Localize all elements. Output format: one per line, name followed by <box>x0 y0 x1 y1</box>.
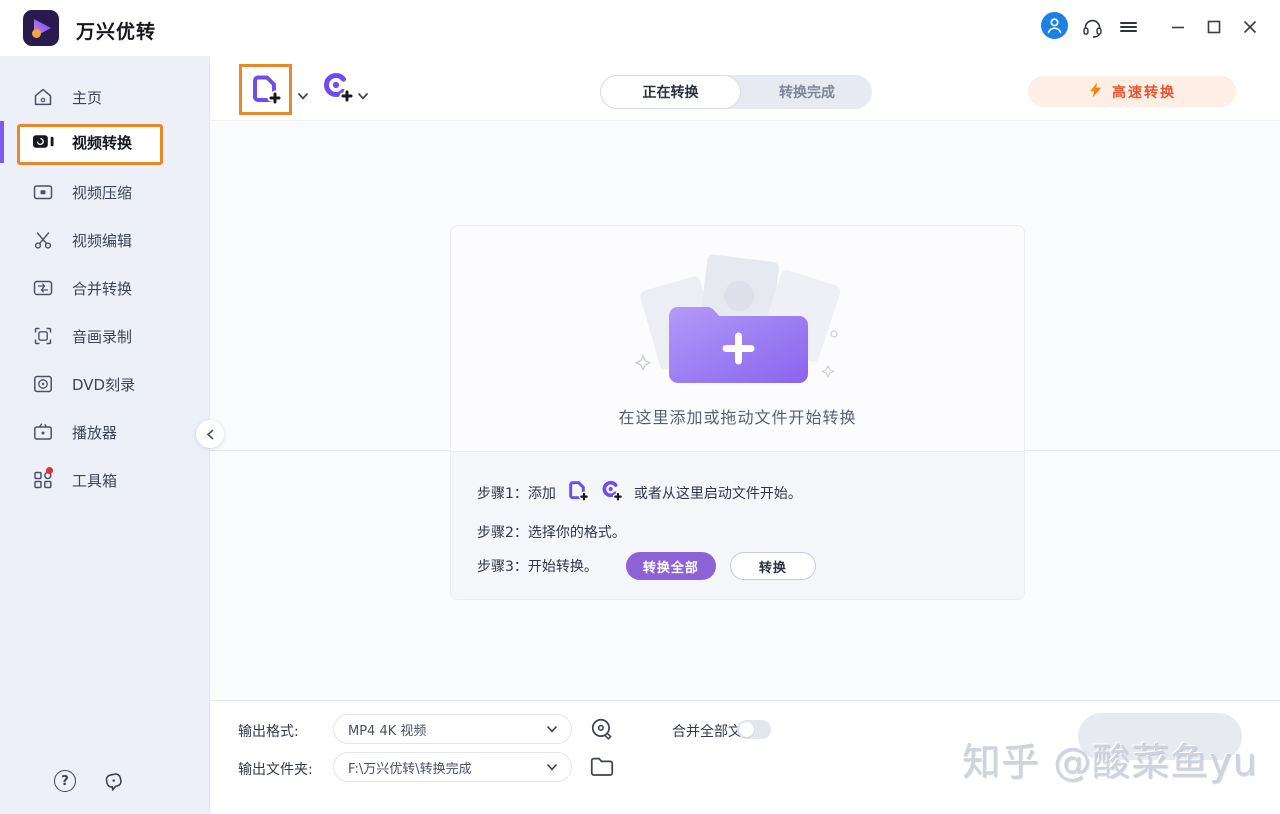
tab-converted[interactable]: 转换完成 <box>742 75 872 109</box>
convert-button[interactable]: 转换 <box>729 552 816 580</box>
merge-convert-icon <box>32 277 54 299</box>
merge-files-toggle[interactable] <box>737 720 771 739</box>
browse-folder-icon[interactable] <box>588 753 616 781</box>
close-button[interactable] <box>1236 13 1264 41</box>
home-icon <box>32 86 54 108</box>
titlebar: 万兴优转 <box>0 0 1280 56</box>
chevron-down-icon <box>547 725 557 733</box>
menu-icon[interactable] <box>1114 13 1142 41</box>
add-file-button[interactable] <box>239 64 292 115</box>
minimize-button[interactable] <box>1164 13 1192 41</box>
app-logo-icon <box>22 9 60 47</box>
disc-plus-icon <box>324 73 355 104</box>
sidebar-item-toolbox[interactable]: 工具箱 <box>0 458 210 502</box>
high-speed-convert-button[interactable]: 高速转换 <box>1028 76 1236 107</box>
step3-text: 步骤3：开始转换。 <box>477 559 598 575</box>
video-compress-icon <box>32 181 54 203</box>
sidebar-footer <box>0 770 210 796</box>
add-file-dropdown-chevron[interactable] <box>298 85 308 104</box>
tv-player-icon <box>32 421 54 443</box>
sidebar-collapse-handle[interactable] <box>196 420 224 448</box>
app-title: 万兴优转 <box>76 21 157 43</box>
disc-plus-icon <box>600 479 624 507</box>
dropzone-hint: 在这里添加或拖动文件开始转换 <box>618 408 857 427</box>
output-settings-bar: 输出格式: MP4 4K 视频 合并全部文件 输出文件夹: F:\万兴优转\转换… <box>210 700 1280 814</box>
step2-row: 步骤2：选择你的格式。 <box>477 525 626 541</box>
help-icon[interactable] <box>54 770 78 794</box>
file-plus-icon <box>252 75 282 105</box>
toolbar: 正在转换 转换完成 高速转换 <box>210 56 1280 121</box>
sidebar-item-video-edit[interactable]: 视频编辑 <box>0 218 210 262</box>
sidebar-item-video-convert[interactable]: 视频转换 <box>0 120 210 165</box>
video-convert-icon <box>32 131 54 153</box>
feedback-icon[interactable] <box>102 770 126 794</box>
sidebar-item-record[interactable]: 音画录制 <box>0 314 210 358</box>
format-settings-icon[interactable] <box>588 715 616 743</box>
convert-status-tabs: 正在转换 转换完成 <box>600 75 872 109</box>
steps-panel: 步骤1：添加 或者从这里启动文件开始。 步骤2：选择你的格式。 步骤3：开始转换… <box>451 451 1024 599</box>
main-content: 在这里添加或拖动文件开始转换 步骤1：添加 或者从这里启动文件开始。 步骤2：选… <box>210 121 1280 814</box>
convert-all-footer-button[interactable] <box>1078 713 1242 760</box>
step1-row: 步骤1：添加 或者从这里启动文件开始。 <box>477 477 802 509</box>
sidebar-item-merge-convert[interactable]: 合并转换 <box>0 266 210 310</box>
output-format-label: 输出格式: <box>238 724 299 740</box>
convert-all-button[interactable]: 转换全部 <box>625 552 716 580</box>
add-dvd-button[interactable] <box>320 70 356 106</box>
tab-converting[interactable]: 正在转换 <box>600 75 741 109</box>
support-headset-icon[interactable] <box>1078 13 1106 41</box>
folder-illustration <box>631 254 846 398</box>
scissors-icon <box>32 229 54 251</box>
notification-dot <box>46 467 53 474</box>
sidebar-item-player[interactable]: 播放器 <box>0 410 210 454</box>
toggle-knob <box>739 722 754 737</box>
sidebar-item-dvd-burn[interactable]: DVD刻录 <box>0 362 210 406</box>
output-format-select[interactable]: MP4 4K 视频 <box>333 714 572 744</box>
file-plus-icon <box>566 479 590 507</box>
convert-card: 在这里添加或拖动文件开始转换 步骤1：添加 或者从这里启动文件开始。 步骤2：选… <box>450 225 1025 600</box>
step3-row: 步骤3：开始转换。 转换全部 转换 <box>477 552 816 580</box>
chevron-down-icon <box>547 763 557 771</box>
dvd-disc-icon <box>32 373 54 395</box>
maximize-button[interactable] <box>1200 13 1228 41</box>
sidebar-item-video-compress[interactable]: 视频压缩 <box>0 170 210 214</box>
app-window: 万兴优转 主页 视频转换 视频压缩 视频编辑 合并转换 音画录制 DVD刻录 播… <box>0 0 1280 814</box>
output-folder-label: 输出文件夹: <box>238 762 313 778</box>
add-dvd-dropdown-chevron[interactable] <box>358 85 368 104</box>
output-folder-select[interactable]: F:\万兴优转\转换完成 <box>333 752 572 782</box>
lightning-icon <box>1088 81 1103 103</box>
user-avatar-button[interactable] <box>1040 11 1068 39</box>
step1-text: 步骤1：添加 <box>477 486 556 502</box>
screen-record-icon <box>32 325 54 347</box>
file-drop-area[interactable]: 在这里添加或拖动文件开始转换 <box>451 226 1024 451</box>
sidebar: 主页 视频转换 视频压缩 视频编辑 合并转换 音画录制 DVD刻录 播放器 工具… <box>0 56 210 814</box>
step1-suffix-text: 或者从这里启动文件开始。 <box>633 486 802 502</box>
sidebar-item-home[interactable]: 主页 <box>0 75 210 119</box>
